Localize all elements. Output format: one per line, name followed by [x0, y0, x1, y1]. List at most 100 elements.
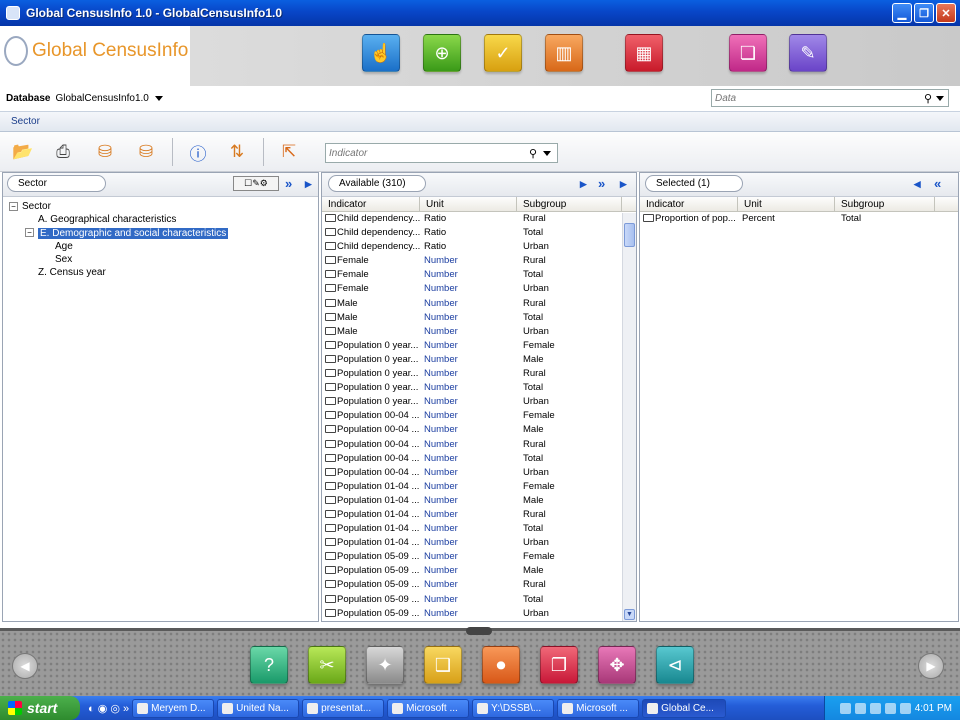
table-row[interactable]: Population 0 year... Number Male	[322, 353, 636, 367]
tab-sector[interactable]: Sector	[11, 116, 40, 127]
tag-icon[interactable]: ⊲	[656, 646, 694, 684]
taskbar-button[interactable]: Meryem D...	[132, 698, 215, 718]
library-icon[interactable]: ▥	[545, 34, 583, 72]
column-header-subgroup[interactable]: Subgroup	[517, 197, 622, 211]
table-row[interactable]: Population 01-04 ... Number Total	[322, 522, 636, 536]
table-row[interactable]: Population 00-04 ... Number Female	[322, 409, 636, 423]
close-button[interactable]: ✕	[936, 3, 956, 23]
info-icon[interactable]: ⓘ	[185, 140, 211, 164]
table-row[interactable]: Female Number Total	[322, 268, 636, 282]
exit-icon[interactable]: ⇱	[276, 140, 302, 164]
tray-icon[interactable]	[884, 702, 896, 714]
table-row[interactable]: Population 05-09 ... Number Total	[322, 593, 636, 607]
column-header-unit[interactable]: Unit	[738, 197, 835, 211]
chevron-down-icon[interactable]	[154, 96, 163, 101]
table-row[interactable]: Population 00-04 ... Number Male	[322, 423, 636, 437]
table-row[interactable]: Population 0 year... Number Rural	[322, 367, 636, 381]
column-header-indicator[interactable]: Indicator	[640, 197, 738, 211]
collapse-icon[interactable]: −	[9, 201, 18, 211]
tray-icon[interactable]	[854, 702, 866, 714]
maximize-button[interactable]: ❐	[914, 3, 934, 23]
clock[interactable]: 4:01 PM	[915, 703, 952, 714]
table-row[interactable]: Population 01-04 ... Number Female	[322, 480, 636, 494]
move-all-right-icon[interactable]: »	[598, 176, 605, 191]
chevron-down-icon[interactable]	[543, 150, 551, 156]
quick-launch-icons[interactable]: ◐ ◉ ◎ »	[88, 702, 129, 715]
previous-icon[interactable]: ◀	[12, 653, 38, 679]
selected-pill[interactable]: Selected (1)	[645, 175, 743, 192]
move-right-icon[interactable]: ▸	[580, 176, 587, 192]
tools-icon[interactable]: ✂	[308, 646, 346, 684]
start-button[interactable]: start	[0, 696, 80, 720]
available-pill[interactable]: Available (310)	[328, 175, 426, 192]
tree-node[interactable]: Sex	[9, 253, 318, 266]
sector-pill[interactable]: Sector	[7, 175, 106, 192]
data-search-input[interactable]	[712, 92, 924, 104]
notes-icon[interactable]: ✎	[789, 34, 827, 72]
table-row[interactable]: Child dependency... Ratio Total	[322, 226, 636, 240]
next-icon[interactable]: ▶	[918, 653, 944, 679]
search-icon[interactable]: ⚲	[529, 147, 537, 160]
scroll-down-icon[interactable]: ▼	[624, 609, 635, 620]
column-header-subgroup[interactable]: Subgroup	[835, 197, 935, 211]
print-icon[interactable]: ⎙	[50, 140, 76, 164]
tray-icon[interactable]	[869, 702, 881, 714]
table-row[interactable]: Proportion of pop... Percent Total	[640, 212, 958, 226]
table-row[interactable]: Male Number Urban	[322, 325, 636, 339]
table-row[interactable]: Population 0 year... Number Female	[322, 339, 636, 353]
database-select[interactable]: GlobalCensusInfo1.0	[55, 93, 148, 104]
copy-icon[interactable]: ❏	[729, 34, 767, 72]
table-row[interactable]: Population 05-09 ... Number Urban	[322, 607, 636, 621]
available-scrollbar[interactable]: ▼	[622, 213, 636, 621]
video-icon[interactable]: ⏺	[482, 646, 520, 684]
table-row[interactable]: Population 00-04 ... Number Rural	[322, 438, 636, 452]
next-icon[interactable]: ▸	[620, 176, 627, 192]
table-row[interactable]: Population 0 year... Number Total	[322, 381, 636, 395]
open-folder-icon[interactable]: 📂	[10, 140, 36, 164]
pages-icon[interactable]: ❐	[540, 646, 578, 684]
expand-icon[interactable]: ▸	[305, 176, 312, 192]
table-row[interactable]: Population 05-09 ... Number Female	[322, 550, 636, 564]
database-export-icon[interactable]: ⛁	[133, 140, 159, 164]
chevron-down-icon[interactable]	[936, 95, 944, 101]
table-row[interactable]: Population 05-09 ... Number Male	[322, 564, 636, 578]
indicator-search-input[interactable]	[326, 147, 529, 159]
table-row[interactable]: Population 0 year... Number Urban	[322, 395, 636, 409]
taskbar-button[interactable]: presentat...	[302, 698, 385, 718]
globe-icon[interactable]: ⊕	[423, 34, 461, 72]
table-row[interactable]: Population 00-04 ... Number Urban	[322, 466, 636, 480]
tray-icon[interactable]	[839, 702, 851, 714]
taskbar-button[interactable]: United Na...	[217, 698, 300, 718]
book-icon[interactable]: ❑	[424, 646, 462, 684]
database-import-icon[interactable]: ⛁	[92, 140, 118, 164]
move-all-left-icon[interactable]: «	[934, 176, 941, 191]
expand-all-icon[interactable]: »	[285, 176, 292, 191]
help-icon[interactable]: ?	[250, 646, 288, 684]
touch-icon[interactable]: ☝	[362, 34, 400, 72]
table-row[interactable]: Female Number Rural	[322, 254, 636, 268]
table-row[interactable]: Population 01-04 ... Number Urban	[322, 536, 636, 550]
move-icon[interactable]: ✥	[598, 646, 636, 684]
column-header-indicator[interactable]: Indicator	[322, 197, 420, 211]
tree-node[interactable]: Age	[9, 240, 318, 253]
taskbar-button[interactable]: Y:\DSSB\...	[472, 698, 555, 718]
collapse-icon[interactable]: −	[25, 228, 34, 238]
sort-icon[interactable]: ⇅	[224, 140, 250, 164]
move-left-icon[interactable]: ◂	[914, 176, 921, 192]
table-row[interactable]: Population 00-04 ... Number Total	[322, 452, 636, 466]
tree-node[interactable]: Z. Census year	[9, 266, 318, 279]
table-row[interactable]: Population 01-04 ... Number Male	[322, 494, 636, 508]
check-icon[interactable]: ✓	[484, 34, 522, 72]
table-row[interactable]: Male Number Rural	[322, 297, 636, 311]
tray-icon[interactable]	[899, 702, 911, 714]
scrollbar-thumb[interactable]	[624, 223, 635, 247]
search-icon[interactable]: ⚲	[924, 92, 932, 105]
tree-node[interactable]: − E. Demographic and social characteristi…	[9, 227, 318, 240]
title-bar[interactable]: Global CensusInfo 1.0 - GlobalCensusInfo…	[0, 0, 960, 26]
taskbar-button[interactable]: Global Ce...	[642, 698, 727, 718]
table-row[interactable]: Female Number Urban	[322, 282, 636, 296]
tree-node[interactable]: − Sector	[9, 200, 318, 213]
minimize-button[interactable]: ▁	[892, 3, 912, 23]
tree-tools-icon[interactable]: ☐✎⚙	[233, 176, 279, 191]
table-row[interactable]: Population 05-09 ... Number Rural	[322, 578, 636, 592]
